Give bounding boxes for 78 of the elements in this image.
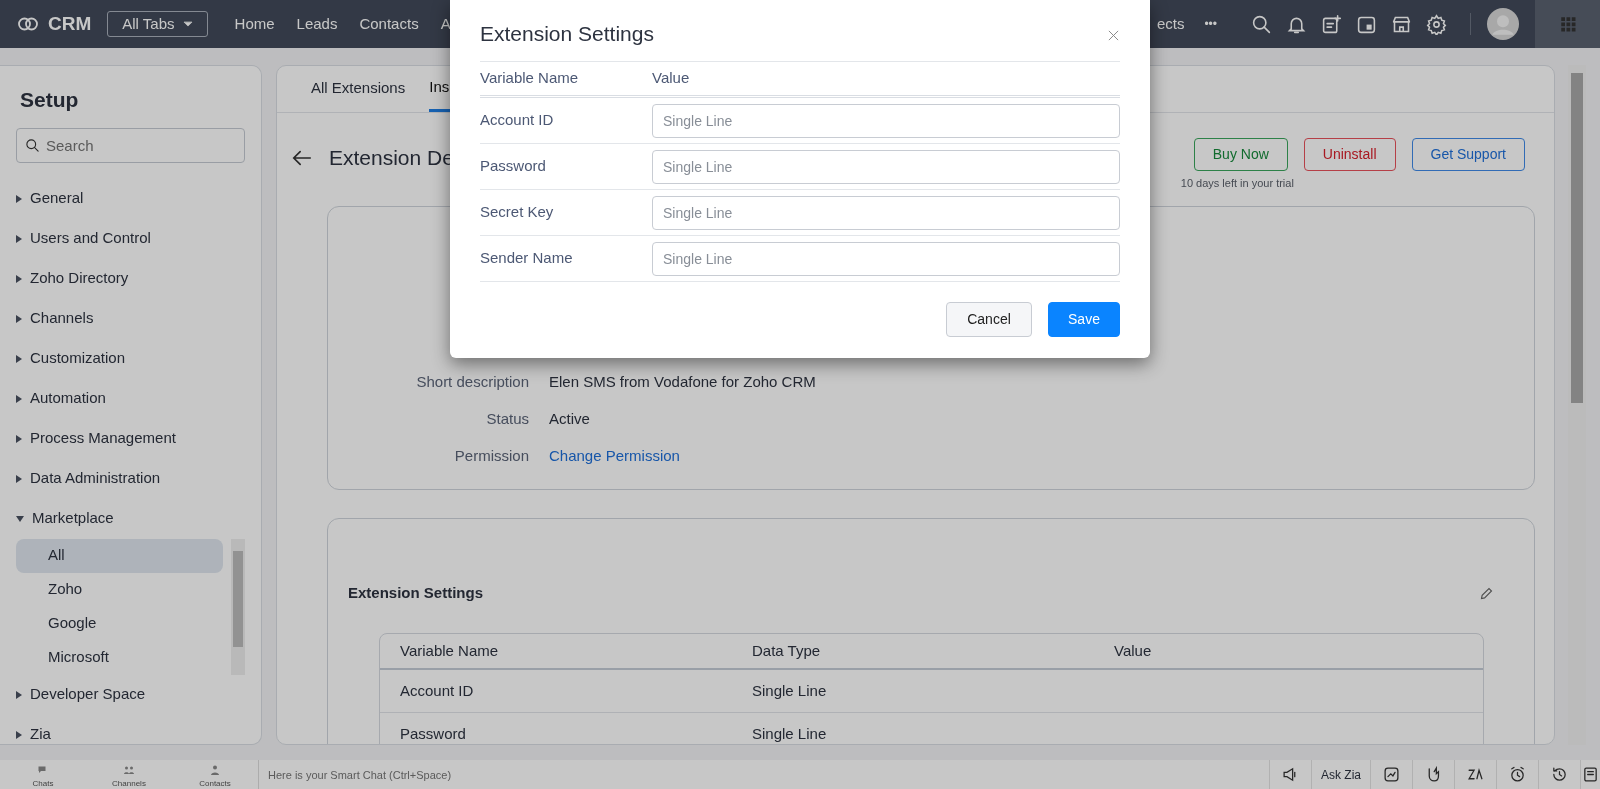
field-label: Status [485, 409, 530, 430]
ask-zia-button[interactable]: Ask Zia [1311, 760, 1370, 789]
sidebar-item[interactable]: Customization [16, 338, 245, 379]
sidebar-item[interactable]: Channels [16, 298, 245, 339]
sidebar-item[interactable]: Data Administration [16, 458, 245, 499]
trial-note: 10 days left in your trial [1180, 176, 1294, 191]
search-field[interactable]: Search [16, 127, 245, 163]
more-tabs[interactable]: ••• [1200, 15, 1228, 33]
search-icon [25, 137, 40, 153]
scrollbar[interactable] [1568, 65, 1586, 745]
action-button[interactable]: Buy Now [1193, 138, 1288, 171]
sidebar-subitem[interactable]: Microsoft [16, 640, 223, 675]
sidebar-subitem[interactable]: Google [16, 606, 223, 641]
save-button[interactable]: Save [1048, 302, 1120, 337]
action-button[interactable]: Get Support [1411, 138, 1525, 171]
column-header: Value [652, 68, 690, 89]
caret-icon [182, 19, 193, 29]
tab[interactable]: All Extensions [311, 66, 418, 112]
field-label: Permission [453, 446, 530, 467]
history-icon[interactable] [1551, 766, 1568, 783]
person-icon [209, 764, 221, 776]
field-label: Secret Key [480, 202, 555, 223]
bottom-app[interactable]: Contacts [172, 760, 258, 789]
sidebar-item[interactable]: General [16, 178, 245, 219]
nav-tab[interactable]: Home [223, 12, 286, 36]
page-icon[interactable] [1582, 766, 1599, 783]
sidebar-subitem[interactable]: Zoho [16, 572, 223, 607]
note-add-icon[interactable] [1321, 13, 1342, 35]
all-tabs-dropdown[interactable]: All Tabs [107, 10, 208, 38]
column-header: Value [1114, 640, 1152, 661]
app-name: CRM [48, 11, 92, 36]
change-permission-link[interactable]: Change Permission [549, 445, 680, 468]
dialog-title: Extension Settings [480, 20, 654, 47]
avatar-icon[interactable] [1487, 8, 1519, 40]
smart-chat-field[interactable]: Here is your Smart Chat (Ctrl+Space) [258, 760, 1269, 789]
sidebar-subitem[interactable]: All [16, 538, 223, 573]
nav-tab[interactable]: ects [1156, 12, 1201, 36]
table-cell-text: Password [400, 723, 467, 744]
table-cell-text: Account ID [400, 680, 475, 701]
field-label: Account ID [480, 110, 555, 131]
sidebar-item[interactable]: Developer Space [16, 674, 245, 715]
sidebar-title: Setup [20, 87, 80, 113]
bottom-app[interactable]: Channels [86, 760, 172, 789]
input-field[interactable]: Single Line [652, 241, 1120, 276]
field-value: Active [549, 409, 590, 430]
table-cell-text: Single Line [752, 680, 828, 701]
bottom-app[interactable]: Chats [0, 760, 86, 789]
pencil-icon[interactable] [1479, 585, 1494, 601]
input-field[interactable]: Single Line [652, 195, 1120, 230]
nav-tab[interactable]: Contacts [348, 12, 430, 36]
nav-tab[interactable]: Leads [285, 12, 349, 36]
input-field[interactable]: Single Line [652, 103, 1120, 138]
close-icon [1107, 28, 1120, 42]
column-header: Variable Name [400, 640, 500, 661]
alarm-icon[interactable] [1509, 766, 1526, 783]
input-field[interactable]: Single Line [652, 149, 1120, 184]
cancel-button[interactable]: Cancel [946, 302, 1032, 337]
column-header: Variable Name [480, 68, 580, 89]
field-label: Password [480, 156, 547, 177]
field-value: Elen SMS from Vodafone for Zoho CRM [549, 372, 816, 393]
field-label: Short description [415, 372, 530, 393]
chat-icon [37, 764, 49, 776]
group-icon [123, 764, 135, 776]
sidebar-item[interactable]: Zia [16, 714, 245, 744]
chart-icon[interactable] [1383, 766, 1400, 783]
section-title: Extension Settings [348, 582, 484, 603]
sidebar-item[interactable]: Marketplace [16, 498, 245, 539]
settings-icon[interactable] [1426, 13, 1447, 35]
sidebar-item[interactable]: Zoho Directory [16, 258, 245, 299]
sidebar-item[interactable]: Automation [16, 378, 245, 419]
table-cell-text: Single Line [752, 723, 828, 744]
sidebar-item[interactable]: Users and Control [16, 218, 245, 259]
column-header: Data Type [752, 640, 822, 661]
scrollbar[interactable] [231, 538, 245, 675]
field-label: Sender Name [480, 248, 574, 269]
action-button[interactable]: Uninstall [1303, 138, 1396, 171]
search-icon[interactable] [1251, 13, 1272, 35]
sidebar-item[interactable]: Process Management [16, 418, 245, 459]
